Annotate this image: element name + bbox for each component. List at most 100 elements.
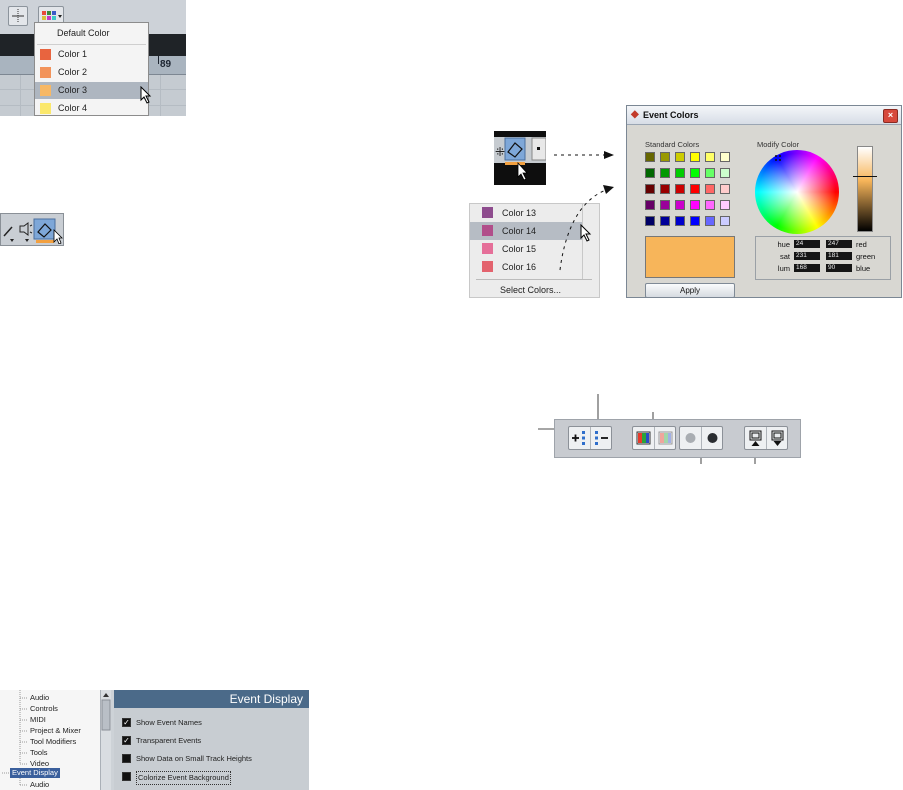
color-preview xyxy=(645,236,735,278)
standard-color-swatch[interactable] xyxy=(660,216,670,226)
standard-colors-grid xyxy=(645,152,745,232)
color-swatch xyxy=(40,49,51,60)
red-field[interactable]: 247 xyxy=(826,240,852,248)
standard-color-swatch[interactable] xyxy=(660,200,670,210)
connector-arrows xyxy=(554,151,614,271)
standard-color-swatch[interactable] xyxy=(690,200,700,210)
color-swatch xyxy=(482,225,493,236)
blue-field[interactable]: 90 xyxy=(826,264,852,272)
standard-color-swatch[interactable] xyxy=(660,184,670,194)
color-swatch xyxy=(482,243,493,254)
wheel-picker-marker[interactable] xyxy=(774,154,781,161)
menu-item-color-3[interactable]: Color 3 xyxy=(35,82,148,99)
monitor-off-button[interactable] xyxy=(680,427,701,449)
standard-color-swatch[interactable] xyxy=(675,168,685,178)
dialog-titlebar: ◆ Event Colors × xyxy=(627,106,901,125)
app-icon: ◆ xyxy=(631,109,639,120)
standard-color-swatch[interactable] xyxy=(720,168,730,178)
rgb-bars-faded-icon xyxy=(658,431,673,445)
move-group xyxy=(744,426,788,450)
standard-color-swatch[interactable] xyxy=(705,216,715,226)
standard-color-swatch[interactable] xyxy=(660,152,670,162)
standard-color-swatch[interactable] xyxy=(645,184,655,194)
standard-color-swatch[interactable] xyxy=(720,152,730,162)
color-tool-icon: ⁜ xyxy=(494,137,547,181)
minus-track-icon xyxy=(595,431,608,445)
checkbox[interactable]: ✓ xyxy=(122,736,131,745)
standard-color-swatch[interactable] xyxy=(705,184,715,194)
menu-item-color-1[interactable]: Color 1 xyxy=(35,46,148,63)
plus-track-icon xyxy=(572,431,585,445)
standard-color-swatch[interactable] xyxy=(645,168,655,178)
settings-header: Event Display xyxy=(114,690,309,708)
luminance-field[interactable]: 168 xyxy=(794,264,820,272)
standard-color-swatch[interactable] xyxy=(705,152,715,162)
add-button[interactable] xyxy=(569,427,590,449)
add-remove-group xyxy=(568,426,612,450)
standard-color-swatch[interactable] xyxy=(645,152,655,162)
tree-item-event-display[interactable]: Event Display xyxy=(10,768,60,778)
menu-item-color-4[interactable]: Color 4 xyxy=(35,100,148,116)
menu-item-color-2[interactable]: Color 2 xyxy=(35,64,148,81)
standard-color-swatch[interactable] xyxy=(690,152,700,162)
tree-item-event-audio[interactable]: Audio xyxy=(30,780,49,789)
standard-color-swatch[interactable] xyxy=(645,216,655,226)
standard-color-swatch[interactable] xyxy=(720,184,730,194)
standard-color-swatch[interactable] xyxy=(645,200,655,210)
green-field[interactable]: 181 xyxy=(826,252,852,260)
tree-item-tool-modifiers[interactable]: Tool Modifiers xyxy=(30,737,76,746)
color-group xyxy=(632,426,676,450)
tool-buttons-strip xyxy=(0,213,64,246)
dot-light-icon xyxy=(685,433,696,443)
tree-item-tools[interactable]: Tools xyxy=(30,748,48,757)
event-display-settings: Event Display ✓ Show Event Names ✓ Trans… xyxy=(114,690,309,790)
standard-color-swatch[interactable] xyxy=(705,200,715,210)
split-tool-button[interactable] xyxy=(8,6,28,26)
move-down-button[interactable] xyxy=(766,427,788,449)
tree-item-audio[interactable]: Audio xyxy=(30,693,49,702)
checkbox[interactable]: ✓ xyxy=(122,718,131,727)
standard-color-swatch[interactable] xyxy=(660,168,670,178)
standard-color-swatch[interactable] xyxy=(690,216,700,226)
color-faded-button[interactable] xyxy=(654,427,676,449)
close-button[interactable]: × xyxy=(883,109,898,123)
standard-color-swatch[interactable] xyxy=(720,200,730,210)
saturation-field[interactable]: 231 xyxy=(794,252,820,260)
standard-color-swatch[interactable] xyxy=(705,168,715,178)
standard-color-swatch[interactable] xyxy=(675,184,685,194)
record-group xyxy=(679,426,723,450)
standard-color-swatch[interactable] xyxy=(690,184,700,194)
color-dropdown-screenshot: 89 Default Color Color 1 Color 2 Color 3… xyxy=(0,0,186,116)
remove-button[interactable] xyxy=(590,427,612,449)
tree-item-project-mixer[interactable]: Project & Mixer xyxy=(30,726,81,735)
move-up-button[interactable] xyxy=(745,427,766,449)
menu-item-select-colors[interactable]: Select Colors... xyxy=(470,281,599,299)
checkbox[interactable] xyxy=(122,772,131,781)
tree-item-midi[interactable]: MIDI xyxy=(30,715,46,724)
apply-button[interactable]: Apply xyxy=(645,283,735,297)
color-menu: Default Color Color 1 Color 2 Color 3 Co… xyxy=(34,22,149,116)
monitor-on-button[interactable] xyxy=(701,427,723,449)
color-wheel[interactable] xyxy=(755,150,839,234)
preferences-screenshot: Audio Controls MIDI Project & Mixer Tool… xyxy=(0,690,309,790)
event-colors-dialog: ◆ Event Colors × Standard Colors Modify … xyxy=(626,105,902,298)
hue-field[interactable]: 24 xyxy=(794,240,820,248)
color-swatch xyxy=(40,67,51,78)
tree-item-controls[interactable]: Controls xyxy=(30,704,58,713)
tree-item-video[interactable]: Video xyxy=(30,759,49,768)
standard-color-swatch[interactable] xyxy=(675,200,685,210)
luminance-slider[interactable] xyxy=(857,146,873,232)
tree-scrollbar[interactable] xyxy=(100,690,111,790)
standard-color-swatch[interactable] xyxy=(675,216,685,226)
color-swatch xyxy=(482,261,493,272)
rgb-bars-icon xyxy=(636,431,651,445)
color-swatch xyxy=(40,103,51,114)
luminance-slider-handle[interactable] xyxy=(853,176,877,177)
menu-item-default-color[interactable]: Default Color xyxy=(35,25,148,42)
color-button[interactable] xyxy=(633,427,654,449)
checkbox[interactable] xyxy=(122,754,131,763)
color-values-panel: hue 24 sat 231 lum 168 247 red 181 green… xyxy=(755,236,891,280)
standard-color-swatch[interactable] xyxy=(690,168,700,178)
standard-color-swatch[interactable] xyxy=(720,216,730,226)
standard-color-swatch[interactable] xyxy=(675,152,685,162)
